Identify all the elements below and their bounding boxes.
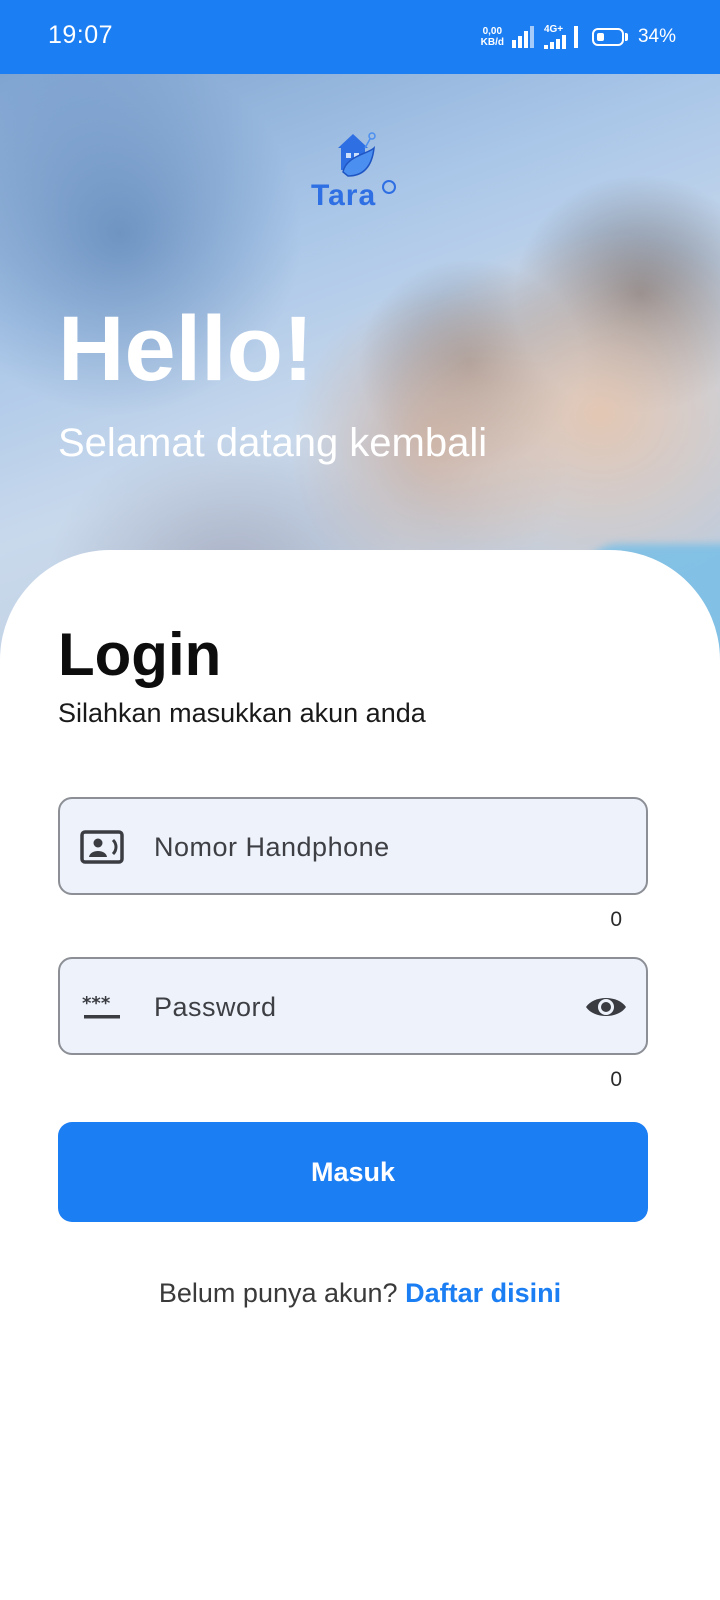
signup-link[interactable]: Daftar disini xyxy=(405,1278,561,1308)
contact-card-icon xyxy=(80,830,124,864)
phone-input[interactable] xyxy=(152,799,576,895)
login-card: Login Silahkan masukkan akun anda 0 *** … xyxy=(0,550,720,1600)
logo-dot-icon xyxy=(382,180,396,194)
login-subtitle: Silahkan masukkan akun anda xyxy=(58,698,426,728)
battery-icon xyxy=(591,28,628,46)
network-type-label: 4G+ xyxy=(543,24,564,35)
app-name: Tara xyxy=(311,179,377,212)
phone-char-counter: 0 xyxy=(610,908,622,931)
status-time: 19:07 xyxy=(48,21,114,49)
mobile-data-indicator: 4G+ xyxy=(543,24,566,49)
show-password-eye-icon[interactable] xyxy=(584,987,628,1027)
status-bar: 19:07 0,00 KB/d 4G+ 34% xyxy=(0,0,720,74)
login-title: Login xyxy=(58,621,222,688)
hero-title: Hello! xyxy=(58,298,314,400)
signal-3-icon xyxy=(573,26,578,48)
signup-prompt: Belum punya akun? xyxy=(158,1278,398,1308)
password-field[interactable]: *** xyxy=(58,957,648,1055)
password-dots-icon: *** xyxy=(82,993,120,1019)
svg-text:***: *** xyxy=(82,993,111,1014)
hero-subtitle: Selamat datang kembali xyxy=(58,421,488,465)
network-speed-value: 0,00 xyxy=(482,26,503,37)
network-speed-unit: KB/d xyxy=(480,37,504,48)
status-icons: 0,00 KB/d 4G+ 34% xyxy=(481,20,676,54)
login-button[interactable]: Masuk xyxy=(58,1122,648,1222)
signal-2-icon xyxy=(543,35,566,49)
password-char-counter: 0 xyxy=(610,1068,622,1091)
signup-row: Belum punya akun? Daftar disini xyxy=(0,1278,720,1309)
password-input[interactable] xyxy=(152,959,576,1055)
battery-percent: 34% xyxy=(637,26,676,47)
phone-field[interactable] xyxy=(58,797,648,895)
network-speed: 0,00 KB/d xyxy=(481,26,504,48)
signal-icon xyxy=(511,26,534,48)
